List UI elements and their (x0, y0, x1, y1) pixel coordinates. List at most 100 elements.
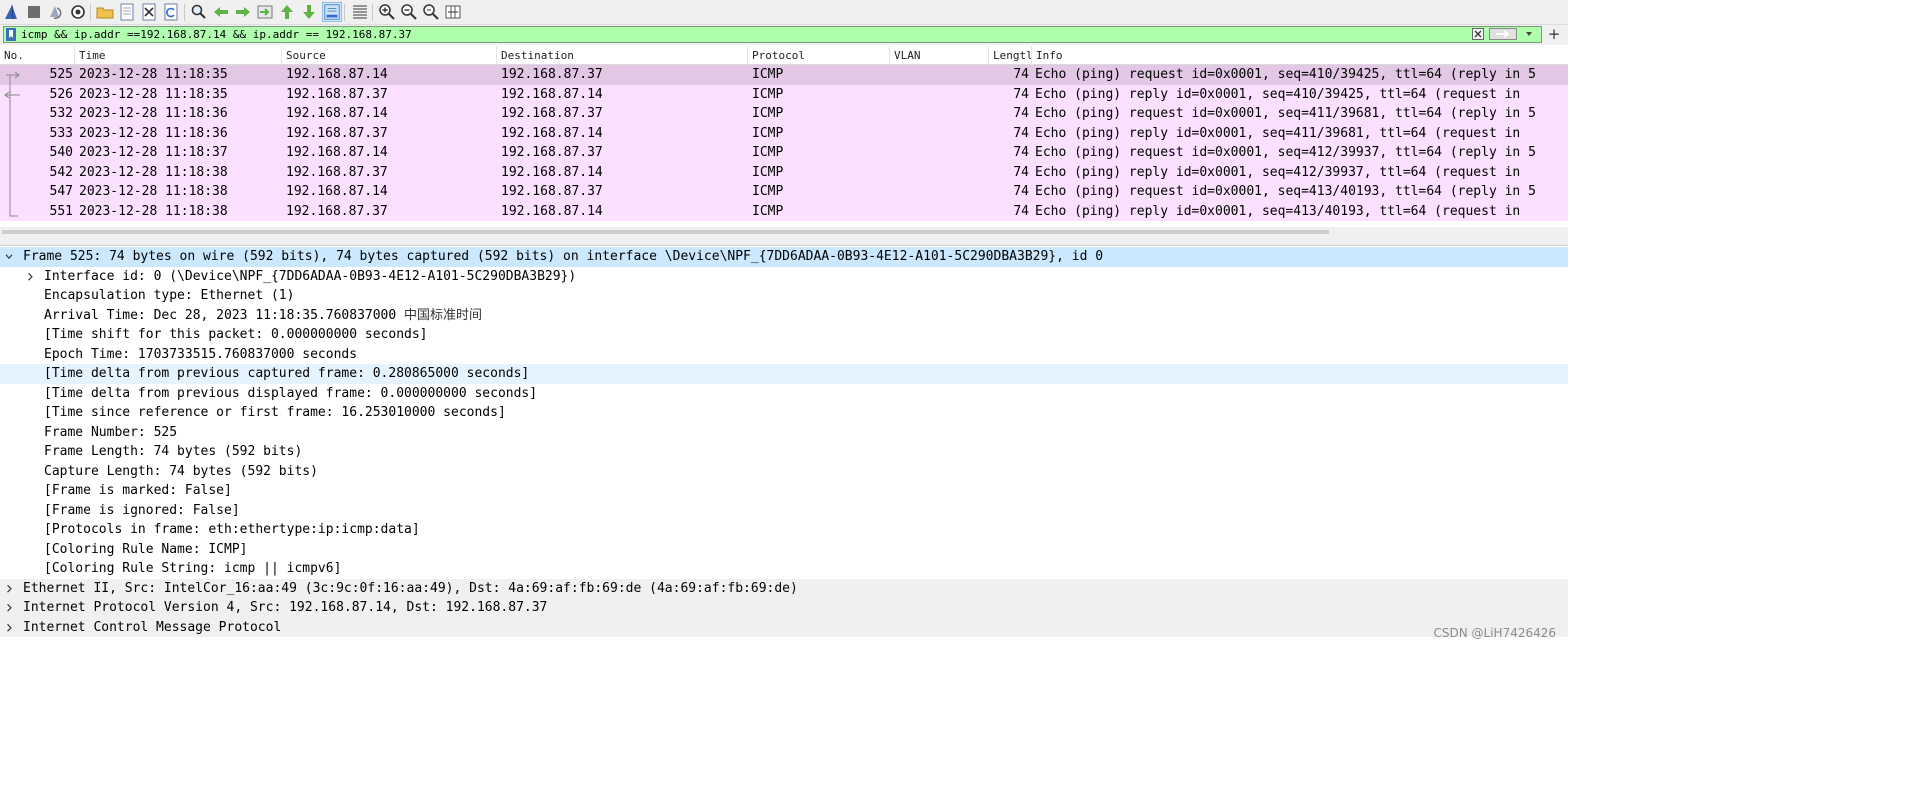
cell-no: 540 (49, 145, 73, 160)
restart-capture-icon[interactable] (46, 2, 66, 22)
go-to-packet-icon[interactable] (255, 2, 275, 22)
zoom-in-icon[interactable] (377, 2, 397, 22)
detail-text: Encapsulation type: Ethernet (1) (44, 288, 295, 303)
detail-tree-item[interactable]: [Coloring Rule Name: ICMP] (0, 540, 1568, 560)
stop-icon (28, 6, 40, 18)
colorize-icon[interactable] (350, 2, 370, 22)
zoom-out-icon[interactable] (399, 2, 419, 22)
column-header-length[interactable]: Lengtl (989, 46, 1032, 64)
stop-capture-icon[interactable] (24, 2, 44, 22)
cell-no: 551 (49, 203, 73, 219)
cell-no: 532 (49, 106, 73, 121)
packet-row[interactable]: 547 2023-12-28 11:18:38 192.168.87.14 192.1… (0, 182, 1568, 202)
find-packet-icon[interactable] (189, 2, 209, 22)
cell-no: 533 (49, 125, 73, 141)
timezone-label: 中国标准时间 (404, 307, 483, 323)
detail-tree-item[interactable]: Arrival Time: Dec 28, 2023 11:18:35.7608… (0, 306, 1568, 326)
go-back-icon[interactable] (211, 2, 231, 22)
filter-dropdown-icon[interactable] (1521, 28, 1537, 40)
add-filter-button[interactable]: + (1544, 25, 1564, 45)
auto-scroll-icon[interactable] (322, 2, 342, 22)
detail-tree-item[interactable]: Frame Number: 525 (0, 423, 1568, 443)
expand-chevron-icon[interactable] (24, 267, 36, 287)
detail-tree-item[interactable]: [Time delta from previous displayed fram… (0, 384, 1568, 404)
close-file-icon[interactable] (139, 2, 159, 22)
packet-row[interactable]: 532 2023-12-28 11:18:36 192.168.87.14 192.1… (0, 104, 1568, 124)
detail-tree-item[interactable]: Interface id: 0 (\Device\NPF_{7DD6ADAA-0… (0, 267, 1568, 287)
detail-text: [Time shift for this packet: 0.000000000… (44, 327, 428, 342)
search-icon (191, 4, 206, 19)
display-filter-input[interactable]: icmp && ip.addr ==192.168.87.14 && ip.ad… (3, 26, 1542, 43)
column-header-info[interactable]: Info (1032, 46, 1568, 64)
detail-tree-item[interactable]: Capture Length: 74 bytes (592 bits) (0, 462, 1568, 482)
bookmark-icon[interactable] (6, 28, 16, 41)
go-forward-icon[interactable] (233, 2, 253, 22)
detail-tree-item[interactable]: Frame Length: 74 bytes (592 bits) (0, 442, 1568, 462)
start-capture-icon[interactable] (2, 2, 22, 22)
cell-time: 2023-12-28 11:18:38 (79, 184, 228, 199)
shark-fin-icon (5, 4, 17, 20)
cell-destination: 192.168.87.37 (501, 184, 603, 199)
expand-chevron-icon[interactable] (3, 618, 15, 638)
resize-columns-icon[interactable] (443, 2, 463, 22)
toolbar-separator (90, 4, 91, 21)
cell-destination: 192.168.87.37 (501, 145, 603, 160)
detail-tree-item[interactable]: Epoch Time: 1703733515.760837000 seconds (0, 345, 1568, 365)
detail-tree-section[interactable]: Internet Protocol Version 4, Src: 192.16… (0, 598, 1568, 618)
packet-row[interactable]: 526 2023-12-28 11:18:35 192.168.87.37 192.1… (0, 84, 1568, 105)
capture-options-icon[interactable] (68, 2, 88, 22)
column-header-time[interactable]: Time (75, 46, 282, 64)
watermark: CSDN @LiH7426426 (1433, 626, 1556, 640)
detail-tree-item[interactable]: [Protocols in frame: eth:ethertype:ip:ic… (0, 520, 1568, 540)
packet-list-horizontal-scrollbar[interactable] (0, 227, 1568, 237)
column-header-protocol[interactable]: Protocol (748, 46, 890, 64)
cell-length: 74 (1013, 164, 1029, 180)
column-header-vlan[interactable]: VLAN (890, 46, 989, 64)
cell-no: 547 (49, 184, 73, 199)
pane-splitter[interactable] (0, 237, 1568, 246)
save-file-icon[interactable] (117, 2, 137, 22)
detail-text: Arrival Time: Dec 28, 2023 11:18:35.7608… (44, 307, 405, 323)
detail-tree-item[interactable]: [Time shift for this packet: 0.000000000… (0, 325, 1568, 345)
detail-tree-item[interactable]: [Time delta from previous captured frame… (0, 364, 1568, 384)
detail-tree-item[interactable]: [Frame is marked: False] (0, 481, 1568, 501)
cell-source: 192.168.87.37 (286, 125, 388, 141)
clear-filter-icon[interactable] (1472, 28, 1484, 40)
column-header-source[interactable]: Source (282, 46, 497, 64)
cell-vlan (894, 182, 986, 202)
cell-source: 192.168.87.37 (286, 164, 388, 180)
detail-text: [Coloring Rule Name: ICMP] (44, 541, 248, 557)
packet-row[interactable]: 533 2023-12-28 11:18:36 192.168.87.37 192.1… (0, 123, 1568, 144)
cell-vlan (894, 163, 986, 183)
apply-filter-icon[interactable] (1489, 28, 1517, 40)
packet-row[interactable]: 551 2023-12-28 11:18:38 192.168.87.37 192.1… (0, 201, 1568, 221)
collapse-chevron-icon[interactable] (3, 247, 15, 267)
packet-list-header: No. Time Source Destination Protocol VLA… (0, 46, 1568, 65)
detail-tree-section[interactable]: Ethernet II, Src: IntelCor_16:aa:49 (3c:… (0, 578, 1568, 599)
reload-file-icon[interactable] (161, 2, 181, 22)
zoom-reset-icon (423, 4, 439, 20)
detail-tree-section[interactable]: Internet Control Message Protocol (0, 617, 1568, 638)
detail-tree-item[interactable]: Encapsulation type: Ethernet (1) (0, 286, 1568, 306)
detail-text: Frame Length: 74 bytes (592 bits) (44, 444, 303, 459)
detail-tree-item[interactable]: [Coloring Rule String: icmp || icmpv6] (0, 559, 1568, 579)
go-last-icon[interactable] (299, 2, 319, 22)
scrollbar-thumb[interactable] (2, 230, 1329, 234)
expand-chevron-icon[interactable] (3, 579, 15, 599)
detail-text: Interface id: 0 (\Device\NPF_{7DD6ADAA-0… (44, 268, 577, 284)
cell-time: 2023-12-28 11:18:35 (79, 86, 228, 102)
cell-protocol: ICMP (752, 125, 784, 141)
column-header-destination[interactable]: Destination (497, 46, 748, 64)
detail-tree-item[interactable]: [Frame is ignored: False] (0, 501, 1568, 521)
packet-row[interactable]: 540 2023-12-28 11:18:37 192.168.87.14 192.1… (0, 143, 1568, 163)
column-header-no[interactable]: No. (0, 46, 75, 64)
detail-tree-item[interactable]: [Time since reference or first frame: 16… (0, 403, 1568, 423)
open-file-icon[interactable] (95, 2, 115, 22)
packet-row[interactable]: 525 2023-12-28 11:18:35 192.168.87.14 192.1… (0, 65, 1568, 85)
cell-protocol: ICMP (752, 203, 784, 219)
expand-chevron-icon[interactable] (3, 598, 15, 618)
zoom-reset-icon[interactable] (421, 2, 441, 22)
packet-row[interactable]: 542 2023-12-28 11:18:38 192.168.87.37 192.1… (0, 162, 1568, 183)
detail-tree-section[interactable]: Frame 525: 74 bytes on wire (592 bits), … (0, 247, 1568, 267)
go-first-icon[interactable] (277, 2, 297, 22)
